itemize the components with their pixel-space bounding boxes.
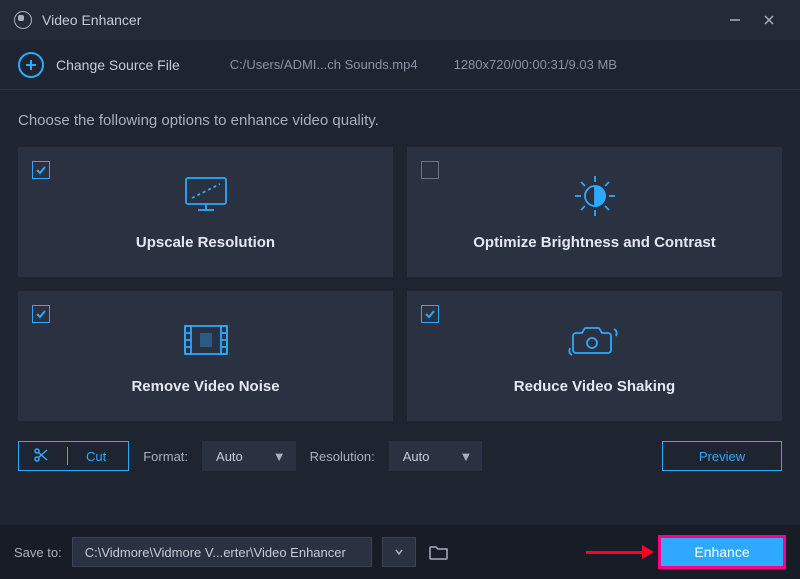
- source-meta: 1280x720/00:00:31/9.03 MB: [454, 57, 617, 72]
- save-to-label: Save to:: [14, 545, 62, 560]
- checkbox-brightness[interactable]: [421, 161, 439, 179]
- browse-folder-icon[interactable]: [426, 537, 452, 567]
- caret-down-icon: ▼: [273, 449, 286, 464]
- card-label: Optimize Brightness and Contrast: [473, 234, 716, 251]
- option-cards: Upscale Resolution Optimize Brightness a…: [0, 147, 800, 421]
- save-path-dropdown[interactable]: [382, 537, 416, 567]
- card-label: Reduce Video Shaking: [514, 378, 675, 395]
- close-button[interactable]: [752, 6, 786, 34]
- checkbox-shaking[interactable]: [421, 305, 439, 323]
- scissors-icon: [33, 447, 49, 466]
- minimize-button[interactable]: [718, 6, 752, 34]
- enhance-button[interactable]: Enhance: [658, 535, 786, 569]
- format-label: Format:: [143, 449, 188, 464]
- source-row: Change Source File C:/Users/ADMI...ch So…: [0, 40, 800, 90]
- change-source-button[interactable]: Change Source File: [56, 57, 180, 73]
- instructions-heading: Choose the following options to enhance …: [0, 90, 800, 147]
- annotation-arrow: [586, 545, 654, 559]
- app-logo-icon: [14, 11, 32, 29]
- monitor-icon: [180, 174, 232, 218]
- save-path-field[interactable]: C:\Vidmore\Vidmore V...erter\Video Enhan…: [72, 537, 372, 567]
- card-upscale-resolution[interactable]: Upscale Resolution: [18, 147, 393, 277]
- format-value: Auto: [216, 449, 243, 464]
- camera-shake-icon: [566, 318, 624, 362]
- source-path: C:/Users/ADMI...ch Sounds.mp4: [230, 57, 418, 72]
- preview-label: Preview: [699, 449, 745, 464]
- divider: [67, 447, 68, 465]
- checkbox-noise[interactable]: [32, 305, 50, 323]
- add-source-icon[interactable]: [18, 52, 44, 78]
- controls-row: Cut Format: Auto ▼ Resolution: Auto ▼ Pr…: [0, 421, 800, 471]
- card-label: Remove Video Noise: [131, 378, 279, 395]
- title-bar: Video Enhancer: [0, 0, 800, 40]
- card-reduce-shaking[interactable]: Reduce Video Shaking: [407, 291, 782, 421]
- card-label: Upscale Resolution: [136, 234, 275, 251]
- card-optimize-brightness[interactable]: Optimize Brightness and Contrast: [407, 147, 782, 277]
- caret-down-icon: ▼: [459, 449, 472, 464]
- format-select[interactable]: Auto ▼: [202, 441, 296, 471]
- checkbox-upscale[interactable]: [32, 161, 50, 179]
- footer: Save to: C:\Vidmore\Vidmore V...erter\Vi…: [0, 525, 800, 579]
- cut-button[interactable]: Cut: [18, 441, 129, 471]
- cut-label: Cut: [86, 449, 106, 464]
- window-title: Video Enhancer: [42, 12, 141, 28]
- card-remove-noise[interactable]: Remove Video Noise: [18, 291, 393, 421]
- resolution-label: Resolution:: [310, 449, 375, 464]
- save-path-text: C:\Vidmore\Vidmore V...erter\Video Enhan…: [85, 545, 346, 560]
- preview-button[interactable]: Preview: [662, 441, 782, 471]
- film-icon: [181, 318, 231, 362]
- resolution-value: Auto: [403, 449, 430, 464]
- enhance-label: Enhance: [694, 544, 749, 560]
- brightness-icon: [571, 174, 619, 218]
- resolution-select[interactable]: Auto ▼: [389, 441, 483, 471]
